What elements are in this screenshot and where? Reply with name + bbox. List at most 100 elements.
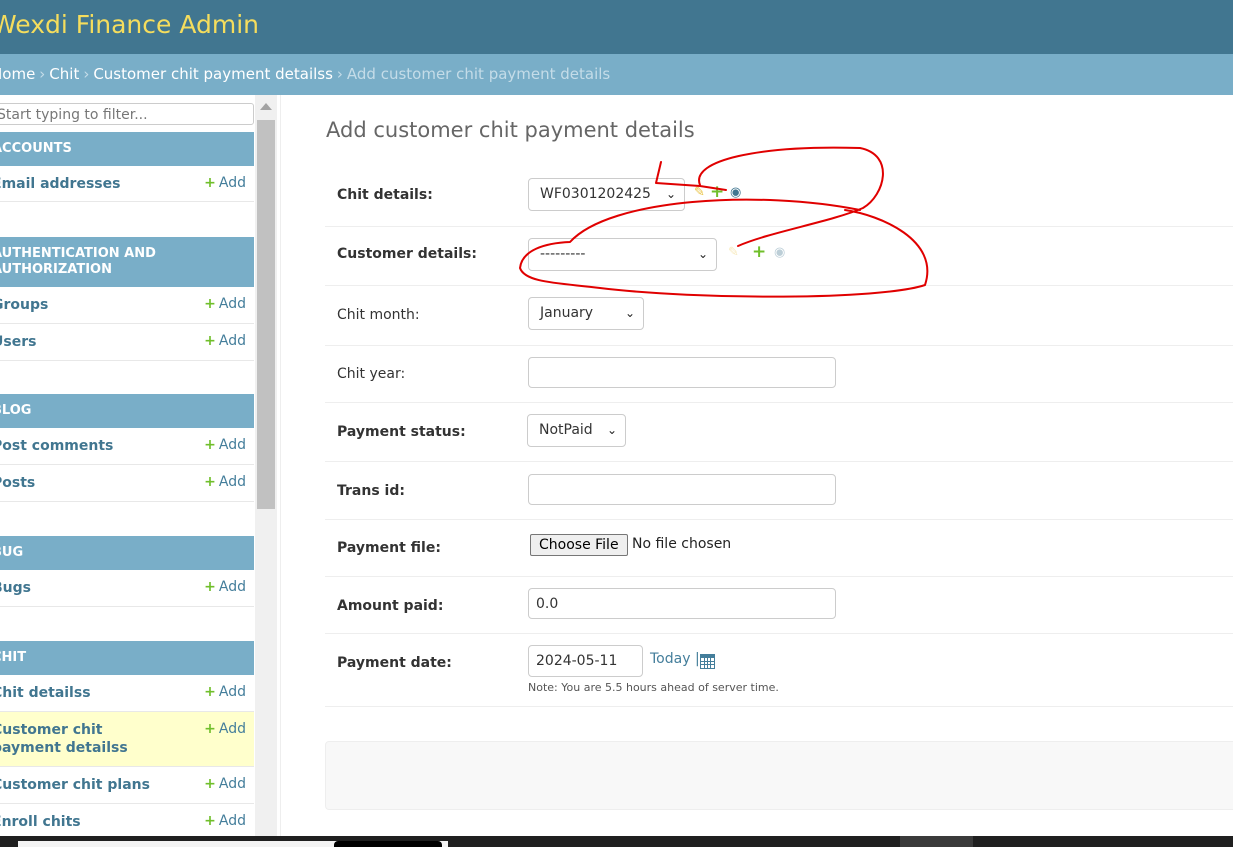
- sidebar-item-label[interactable]: Customer chit plans: [0, 776, 150, 794]
- form-row-payment-status: Payment status: NotPaid ⌄: [325, 402, 1233, 462]
- module-caption-blog[interactable]: BLOG: [0, 394, 254, 428]
- field-label: Chit details:: [337, 187, 433, 203]
- module-caption-text: BLOG: [0, 403, 32, 418]
- add-link[interactable]: + Add: [204, 721, 246, 737]
- field-label: Trans id:: [337, 483, 405, 499]
- add-link-label: Add: [218, 296, 246, 312]
- add-icon: +: [204, 175, 216, 191]
- choose-file-button[interactable]: Choose File: [530, 534, 628, 556]
- breadcrumb-current: Add customer chit payment details: [346, 65, 611, 83]
- pencil-icon[interactable]: ✎: [728, 245, 739, 260]
- sidebar-item-groups: Groups +Add: [0, 287, 254, 324]
- add-link-label: Add: [218, 333, 246, 349]
- sidebar-item-email-addresses: Email addresses + Add: [0, 166, 254, 202]
- add-link-label: Add: [218, 437, 246, 453]
- field-label: Chit month:: [337, 307, 420, 323]
- add-link[interactable]: + Add: [204, 175, 246, 191]
- form-row-payment-file: Payment file: Choose File No file chosen: [325, 519, 1233, 577]
- trans-id-input[interactable]: [528, 474, 836, 505]
- select-value: WF0301202425: [540, 186, 651, 202]
- chit-details-select[interactable]: WF0301202425 ⌄: [528, 178, 685, 211]
- sidebar-item-label[interactable]: Posts: [0, 474, 35, 492]
- today-link[interactable]: Today |: [650, 651, 700, 667]
- sidebar-item-label[interactable]: Bugs: [0, 579, 31, 597]
- calendar-icon[interactable]: [700, 654, 715, 669]
- add-link[interactable]: + Add: [204, 813, 246, 829]
- sidebar-item-label[interactable]: Users: [0, 333, 36, 351]
- taskbar-app-button[interactable]: [334, 841, 442, 847]
- add-link[interactable]: + Add: [204, 684, 246, 700]
- nav-filter-input[interactable]: Start typing to filter...: [0, 103, 254, 125]
- sidebar-item-enroll-chits: Enroll chits + Add: [0, 804, 254, 836]
- timezone-note: Note: You are 5.5 hours ahead of server …: [528, 681, 779, 694]
- add-link-label: Add: [218, 175, 246, 191]
- sidebar-item-chit-detailss: Chit detailss + Add: [0, 675, 254, 712]
- payment-date-input[interactable]: 2024-05-11: [528, 645, 643, 677]
- eye-icon[interactable]: ◉: [774, 245, 785, 260]
- add-icon: +: [204, 579, 216, 595]
- add-link[interactable]: + Add: [204, 437, 246, 453]
- taskbar-active-app[interactable]: [900, 836, 973, 847]
- file-status-text: No file chosen: [632, 536, 732, 552]
- add-link-label: Add: [218, 813, 246, 829]
- chevron-down-icon: ⌄: [697, 247, 708, 261]
- form-row-chit-year: Chit year:: [325, 345, 1233, 403]
- module-caption-accounts[interactable]: ACCOUNTS: [0, 132, 254, 166]
- sidebar-item-label[interactable]: Post comments: [0, 437, 113, 455]
- module-caption-text: ACCOUNTS: [0, 141, 72, 156]
- field-label: Payment status:: [337, 424, 466, 440]
- sidebar-item-label[interactable]: Email addresses: [0, 175, 120, 193]
- add-related-icon[interactable]: +: [752, 242, 766, 262]
- breadcrumb-chit[interactable]: Chit: [49, 65, 79, 83]
- add-link[interactable]: + Add: [204, 776, 246, 792]
- add-icon: +: [204, 813, 216, 829]
- add-link[interactable]: + Add: [204, 474, 246, 490]
- module-caption-authentication[interactable]: AUTHENTICATION AND AUTHORIZATION: [0, 237, 254, 287]
- breadcrumb-separator: ›: [336, 65, 343, 83]
- form-row-customer-details: Customer details: --------- ⌄ ✎ + ◉: [325, 226, 1233, 286]
- add-icon: +: [204, 333, 216, 349]
- sidebar-item-post-comments: Post comments + Add: [0, 428, 254, 465]
- sidebar-item-label[interactable]: Customer chit payment detailss: [0, 721, 152, 757]
- customer-details-select[interactable]: --------- ⌄: [528, 238, 717, 271]
- add-link-label: Add: [218, 684, 246, 700]
- sidebar-item-label[interactable]: Groups: [0, 296, 48, 314]
- scroll-up-arrow-icon[interactable]: [260, 103, 272, 110]
- breadcrumb-home[interactable]: Home: [0, 65, 35, 83]
- add-icon: +: [204, 437, 216, 453]
- amount-paid-input[interactable]: 0.0: [528, 588, 836, 619]
- pencil-icon[interactable]: ✎: [694, 185, 705, 200]
- add-related-icon[interactable]: +: [710, 182, 724, 202]
- sidebar-item-label[interactable]: Chit detailss: [0, 684, 91, 702]
- module-caption-bug[interactable]: BUG: [0, 536, 254, 570]
- add-link[interactable]: + Add: [204, 579, 246, 595]
- add-link[interactable]: + Add: [204, 296, 246, 312]
- add-icon: +: [204, 296, 216, 312]
- breadcrumb-separator: ›: [83, 65, 90, 83]
- sidebar-item-customer-chit-plans: Customer chit plans + Add: [0, 767, 254, 804]
- field-label: Chit year:: [337, 366, 406, 382]
- chit-year-input[interactable]: [528, 357, 836, 388]
- site-branding[interactable]: Wexdi Finance Admin: [0, 10, 259, 39]
- breadcrumb-separator: ›: [39, 65, 46, 83]
- add-link-label: Add: [218, 721, 246, 737]
- breadcrumb-model[interactable]: Customer chit payment detailss: [93, 65, 333, 83]
- payment-status-select[interactable]: NotPaid ⌄: [527, 414, 626, 447]
- form-row-trans-id: Trans id:: [325, 461, 1233, 520]
- module-caption-chit[interactable]: CHIT: [0, 641, 254, 675]
- add-icon: +: [204, 684, 216, 700]
- field-label: Customer details:: [337, 246, 477, 262]
- select-value: NotPaid: [539, 422, 593, 438]
- sidebar-nav: Start typing to filter... ACCOUNTS Email…: [0, 95, 281, 836]
- submit-row: [325, 741, 1233, 810]
- module-caption-text: CHIT: [0, 650, 27, 665]
- select-value: ---------: [540, 246, 586, 262]
- scrollbar-thumb[interactable]: [257, 120, 275, 509]
- sidebar-item-bugs: Bugs +Add: [0, 570, 254, 607]
- sidebar-item-label[interactable]: Enroll chits: [0, 813, 81, 831]
- chit-month-select[interactable]: January ⌄: [528, 297, 644, 330]
- add-link[interactable]: + Add: [204, 333, 246, 349]
- add-link-label: Add: [218, 474, 246, 490]
- eye-icon[interactable]: ◉: [730, 185, 741, 200]
- sidebar-scrollbar[interactable]: [255, 95, 277, 836]
